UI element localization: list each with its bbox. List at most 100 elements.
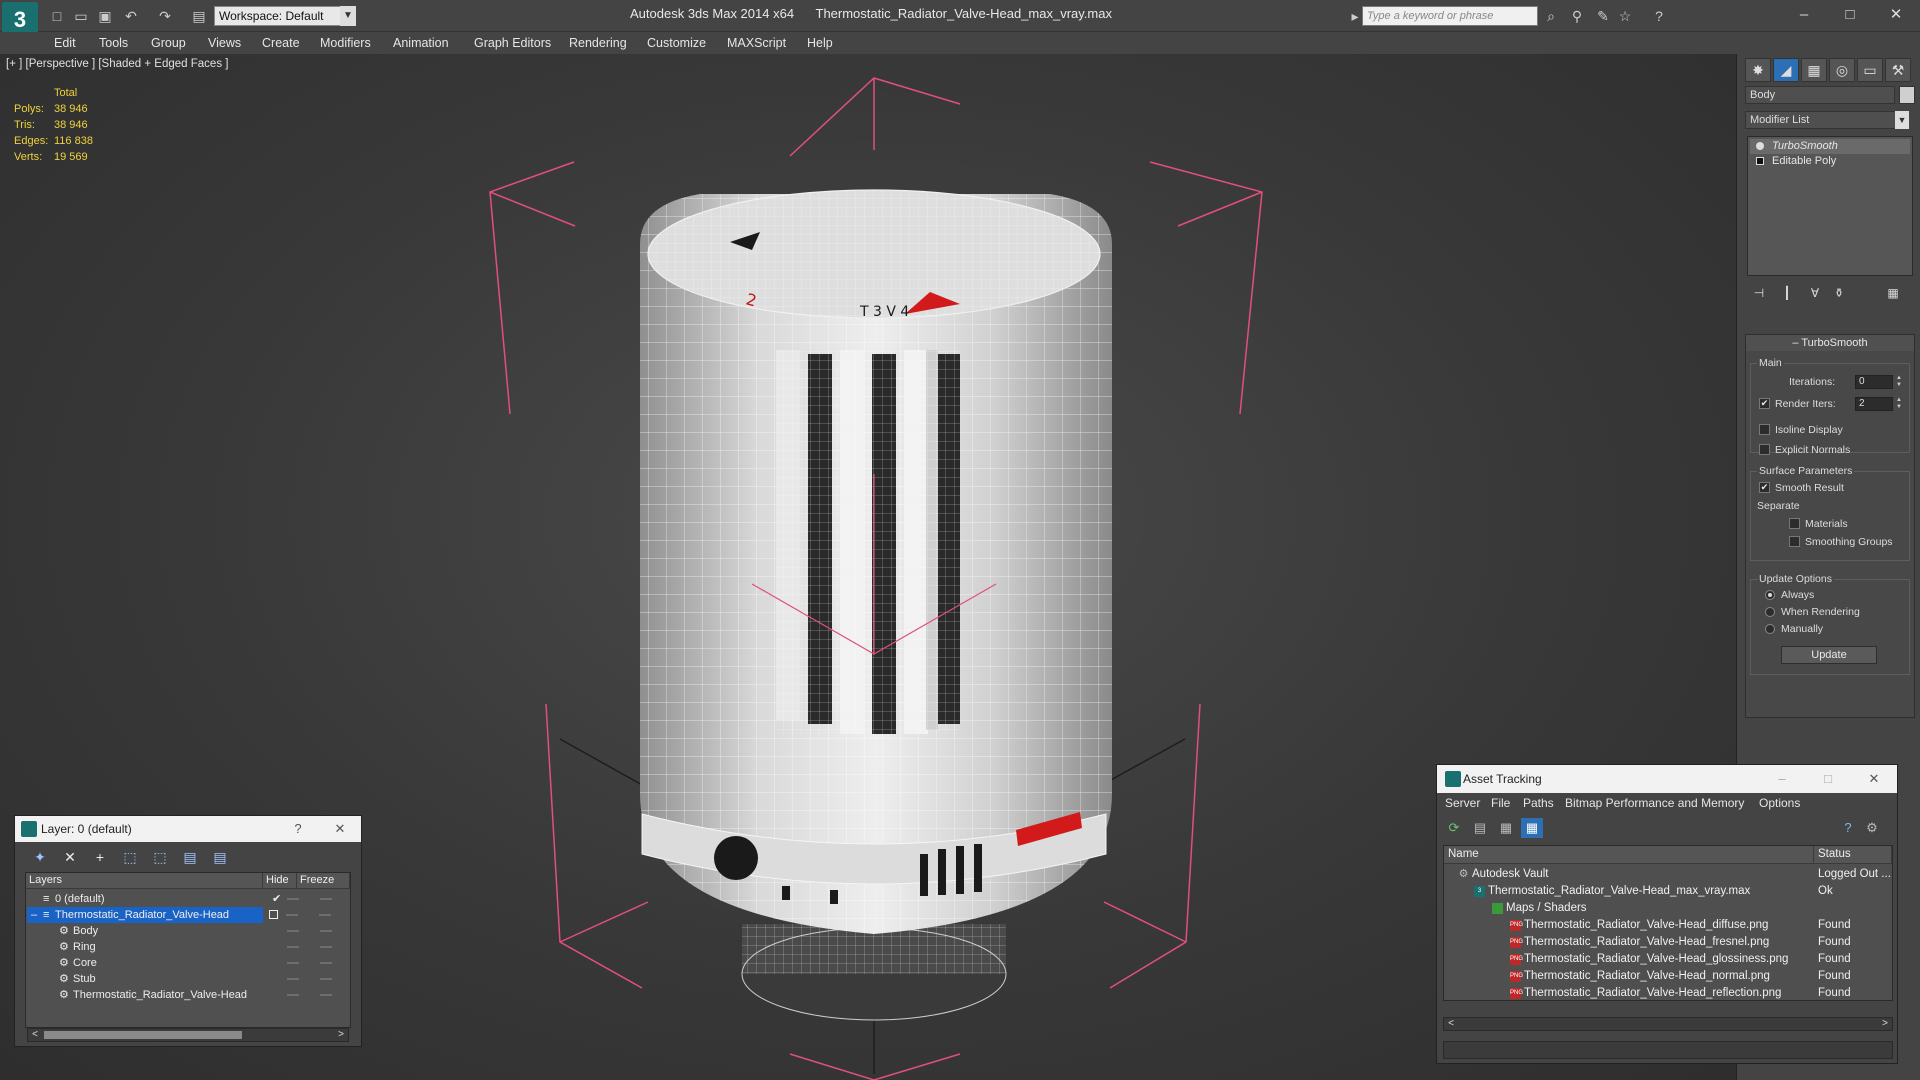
- freeze-toggle[interactable]: [320, 946, 332, 948]
- layer-row[interactable]: ≡ 0 (default) ✔: [27, 891, 349, 907]
- freeze-toggle[interactable]: [320, 978, 332, 980]
- hide-toggle[interactable]: [287, 994, 299, 996]
- workspace-dropdown[interactable]: Workspace: Default: [214, 6, 356, 26]
- asset-row[interactable]: ⚙ Autodesk Vault Logged Out ...: [1444, 866, 1892, 883]
- horizontal-scrollbar[interactable]: < >: [1443, 1017, 1893, 1031]
- close-icon[interactable]: ✕: [1865, 770, 1883, 788]
- hide-toggle[interactable]: [287, 898, 299, 900]
- highlight-layer-icon[interactable]: ⬚: [149, 847, 171, 867]
- menu-group[interactable]: Group: [151, 36, 186, 50]
- scroll-left-icon[interactable]: <: [28, 1029, 42, 1041]
- project-folder-icon[interactable]: ▤: [190, 7, 208, 25]
- menu-tools[interactable]: Tools: [99, 36, 128, 50]
- table-view-icon[interactable]: ▦: [1495, 818, 1517, 838]
- new-layer-icon[interactable]: ✦: [29, 847, 51, 867]
- column-header[interactable]: Freeze: [297, 873, 350, 889]
- layer-child-row[interactable]: ⚙ Ring: [27, 939, 349, 955]
- scroll-right-icon[interactable]: >: [1878, 1018, 1892, 1030]
- column-header[interactable]: Name: [1444, 846, 1814, 864]
- when-rendering-radio[interactable]: [1765, 607, 1775, 617]
- always-radio[interactable]: [1765, 590, 1775, 600]
- modifier-list-dropdown[interactable]: Modifier List: [1745, 111, 1907, 129]
- explicit-normals-checkbox[interactable]: [1759, 444, 1770, 455]
- layer-child-row[interactable]: ⚙ Stub: [27, 971, 349, 987]
- layer-child-row[interactable]: ⚙ Thermostatic_Radiator_Valve-Head: [27, 987, 349, 1003]
- hide-toggle[interactable]: [287, 946, 299, 948]
- iterations-spinner[interactable]: 0: [1855, 375, 1893, 389]
- hide-toggle[interactable]: [286, 914, 298, 916]
- menu-animation[interactable]: Animation: [393, 36, 449, 50]
- menu-server[interactable]: Server: [1445, 796, 1480, 810]
- redo-icon[interactable]: ↷: [156, 7, 174, 25]
- update-button[interactable]: Update: [1781, 646, 1877, 664]
- asset-path-field[interactable]: [1443, 1041, 1893, 1059]
- help-icon[interactable]: ?: [289, 820, 307, 838]
- menu-views[interactable]: Views: [208, 36, 241, 50]
- column-header[interactable]: Status: [1814, 846, 1892, 864]
- communication-icon[interactable]: ✎: [1594, 7, 1612, 25]
- refresh-icon[interactable]: ⟳: [1443, 818, 1465, 838]
- minimize-icon[interactable]: –: [1773, 770, 1791, 788]
- freeze-toggle[interactable]: [319, 914, 331, 916]
- asset-row[interactable]: PNG Thermostatic_Radiator_Valve-Head_fre…: [1444, 934, 1892, 951]
- remove-modifier-icon[interactable]: ⚱: [1829, 284, 1849, 302]
- render-iters-spinner[interactable]: 2: [1855, 397, 1893, 411]
- smoothing-groups-checkbox[interactable]: [1789, 536, 1800, 547]
- freeze-toggle[interactable]: [320, 898, 332, 900]
- freeze-toggle[interactable]: [320, 962, 332, 964]
- select-in-layer-icon[interactable]: ⬚: [119, 847, 141, 867]
- dialog-title-bar[interactable]: Asset Tracking – □ ✕: [1437, 765, 1897, 793]
- smooth-result-checkbox[interactable]: ✔: [1759, 482, 1770, 493]
- layer-child-row[interactable]: ⚙ Core: [27, 955, 349, 971]
- stack-item-turbosmooth[interactable]: TurboSmooth: [1750, 139, 1910, 154]
- asset-row[interactable]: PNG Thermostatic_Radiator_Valve-Head_glo…: [1444, 951, 1892, 968]
- binoculars-icon[interactable]: ⌕: [1542, 7, 1560, 25]
- make-unique-icon[interactable]: ∀: [1805, 284, 1825, 302]
- menu-paths[interactable]: Paths: [1523, 796, 1554, 810]
- create-tab-icon[interactable]: ✸: [1745, 58, 1771, 82]
- add-to-layer-icon[interactable]: +: [89, 847, 111, 867]
- asset-row[interactable]: Maps / Shaders: [1444, 900, 1892, 917]
- menu-customize[interactable]: Customize: [647, 36, 706, 50]
- help-icon[interactable]: ?: [1650, 7, 1668, 25]
- new-file-icon[interactable]: □: [48, 7, 66, 25]
- asset-row[interactable]: PNG Thermostatic_Radiator_Valve-Head_nor…: [1444, 968, 1892, 985]
- freeze-all-layers-icon[interactable]: ▤: [209, 847, 231, 867]
- scroll-left-icon[interactable]: <: [1444, 1018, 1458, 1030]
- pin-stack-icon[interactable]: ⊣: [1749, 284, 1769, 302]
- asset-row[interactable]: 3 Thermostatic_Radiator_Valve-Head_max_v…: [1444, 883, 1892, 900]
- settings-icon[interactable]: ⚙: [1861, 818, 1883, 838]
- column-header[interactable]: Layers: [26, 873, 263, 889]
- minimize-icon[interactable]: –: [1792, 4, 1816, 26]
- set-current-layer-icon[interactable]: [269, 910, 278, 919]
- dialog-title-bar[interactable]: Layer: 0 (default) ? ✕: [15, 816, 361, 842]
- undo-icon[interactable]: ↶: [122, 7, 140, 25]
- object-name-field[interactable]: Body: [1745, 86, 1895, 104]
- hide-toggle[interactable]: [287, 978, 299, 980]
- menu-bitmap-performance[interactable]: Bitmap Performance and Memory: [1565, 796, 1744, 810]
- menu-help[interactable]: Help: [807, 36, 833, 50]
- active-layer-check-icon[interactable]: ✔: [272, 891, 281, 907]
- menu-edit[interactable]: Edit: [54, 36, 76, 50]
- grid-view-icon[interactable]: ▦: [1521, 818, 1543, 838]
- list-view-icon[interactable]: ▤: [1469, 818, 1491, 838]
- expand-icon[interactable]: [1756, 157, 1764, 165]
- spinner-arrows-icon[interactable]: ▲ ▼: [1895, 375, 1903, 389]
- asset-row[interactable]: PNG Thermostatic_Radiator_Valve-Head_ref…: [1444, 985, 1892, 1002]
- modify-tab-icon[interactable]: ◢: [1773, 58, 1799, 82]
- delete-layer-icon[interactable]: ✕: [59, 847, 81, 867]
- help-icon[interactable]: ?: [1837, 818, 1859, 838]
- hide-toggle[interactable]: [287, 962, 299, 964]
- manually-radio[interactable]: [1765, 624, 1775, 634]
- hierarchy-tab-icon[interactable]: ▦: [1801, 58, 1827, 82]
- scrollbar-thumb[interactable]: [44, 1031, 242, 1039]
- layer-child-row[interactable]: ⚙ Body: [27, 923, 349, 939]
- save-file-icon[interactable]: ▣: [96, 7, 114, 25]
- subscription-icon[interactable]: ⚲: [1568, 7, 1586, 25]
- horizontal-scrollbar[interactable]: < >: [27, 1028, 349, 1042]
- close-icon[interactable]: ✕: [331, 820, 349, 838]
- display-tab-icon[interactable]: ▭: [1857, 58, 1883, 82]
- chevron-down-icon[interactable]: ▼: [1895, 111, 1909, 129]
- open-file-icon[interactable]: ▭: [72, 7, 90, 25]
- object-color-swatch[interactable]: [1899, 86, 1915, 104]
